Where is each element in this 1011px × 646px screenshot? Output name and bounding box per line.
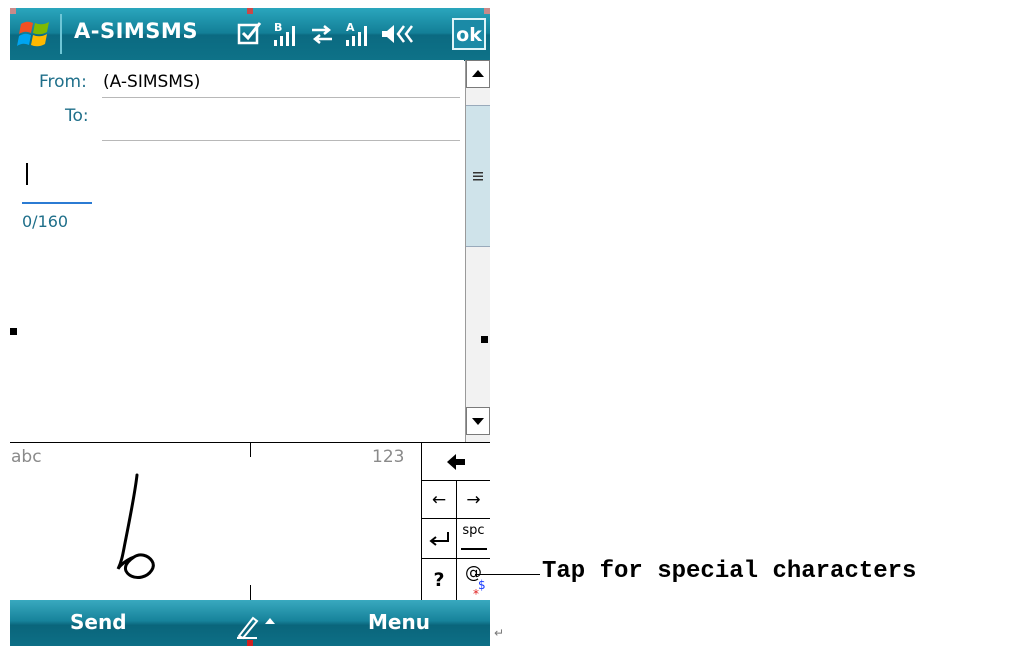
from-label: From: — [39, 72, 87, 92]
symbols-icon: $ * — [473, 579, 486, 599]
mode-123-label: 123 — [372, 447, 405, 467]
signal-b-letter: B — [274, 21, 282, 34]
backspace-key[interactable] — [421, 443, 490, 481]
ok-button[interactable]: ok — [452, 18, 486, 50]
space-bar-icon — [461, 548, 487, 550]
message-icon[interactable] — [236, 20, 264, 48]
windows-start-icon[interactable] — [15, 16, 55, 52]
from-underline — [102, 97, 460, 98]
help-key[interactable]: ? — [421, 559, 456, 601]
zone-divider-bottom — [250, 585, 251, 601]
title-bar: A-SIMSMS B A ok — [10, 8, 490, 61]
app-title: A-SIMSMS — [74, 19, 198, 43]
message-body-field[interactable]: 0/160 — [10, 153, 464, 442]
zone-divider-top — [250, 443, 251, 457]
pen-input-icon — [237, 616, 275, 640]
body-divider — [22, 202, 92, 204]
message-header: From: (A-SIMSMS) To: — [10, 60, 464, 155]
scroll-grip-icon — [472, 171, 484, 181]
special-characters-key[interactable]: @ $ * — [456, 559, 490, 601]
to-underline — [102, 140, 460, 141]
backspace-icon — [447, 453, 465, 470]
character-counter: 0/160 — [22, 212, 69, 231]
signal-a-icon[interactable]: A — [344, 20, 372, 48]
corner-marker — [10, 8, 16, 14]
space-key-label: spc — [462, 523, 485, 538]
left-resize-handle[interactable] — [10, 328, 17, 335]
handwriting-area[interactable]: abc 123 — [10, 443, 422, 601]
space-key[interactable]: spc — [456, 519, 490, 559]
left-arrow-key[interactable]: ← — [421, 481, 456, 519]
callout-leader-line — [475, 574, 540, 575]
scroll-down-button[interactable] — [466, 407, 490, 435]
to-label: To: — [65, 106, 89, 126]
scroll-up-button[interactable] — [466, 60, 490, 88]
speaker-icon[interactable] — [380, 20, 413, 48]
special-keys: ← → spc ? @ $ * — [421, 443, 490, 601]
svg-text:$: $ — [478, 579, 486, 592]
edge-marker — [247, 640, 253, 646]
signal-b-icon[interactable]: B — [272, 20, 300, 48]
right-resize-handle[interactable] — [481, 336, 488, 343]
send-softkey[interactable]: Send — [70, 610, 127, 634]
right-arrow-key[interactable]: → — [456, 481, 490, 519]
mode-abc-label: abc — [11, 447, 42, 467]
input-panel: abc 123 ← → spc ? @ $ * — [10, 442, 490, 603]
svg-text:*: * — [473, 587, 479, 599]
corner-marker — [484, 8, 490, 14]
sync-arrows-icon[interactable] — [308, 20, 336, 48]
from-value[interactable]: (A-SIMSMS) — [103, 72, 200, 92]
callout-text: Tap for special characters — [542, 558, 917, 585]
scroll-down-icon — [472, 418, 484, 425]
enter-icon — [429, 531, 449, 546]
pocketpc-screen: A-SIMSMS B A ok From: (A-SIMSMS) To: 0/1… — [10, 8, 490, 646]
signal-a-letter: A — [346, 21, 355, 34]
paragraph-return-icon: ↵ — [494, 626, 505, 640]
menu-softkey[interactable]: Menu — [368, 610, 430, 634]
input-method-button[interactable] — [235, 610, 283, 640]
enter-key[interactable] — [421, 519, 456, 559]
handwriting-stroke — [116, 473, 155, 579]
edge-marker — [247, 8, 253, 14]
text-cursor — [26, 163, 28, 185]
vertical-scrollbar[interactable] — [465, 60, 490, 442]
title-separator — [60, 14, 62, 54]
scroll-up-icon — [472, 70, 484, 77]
